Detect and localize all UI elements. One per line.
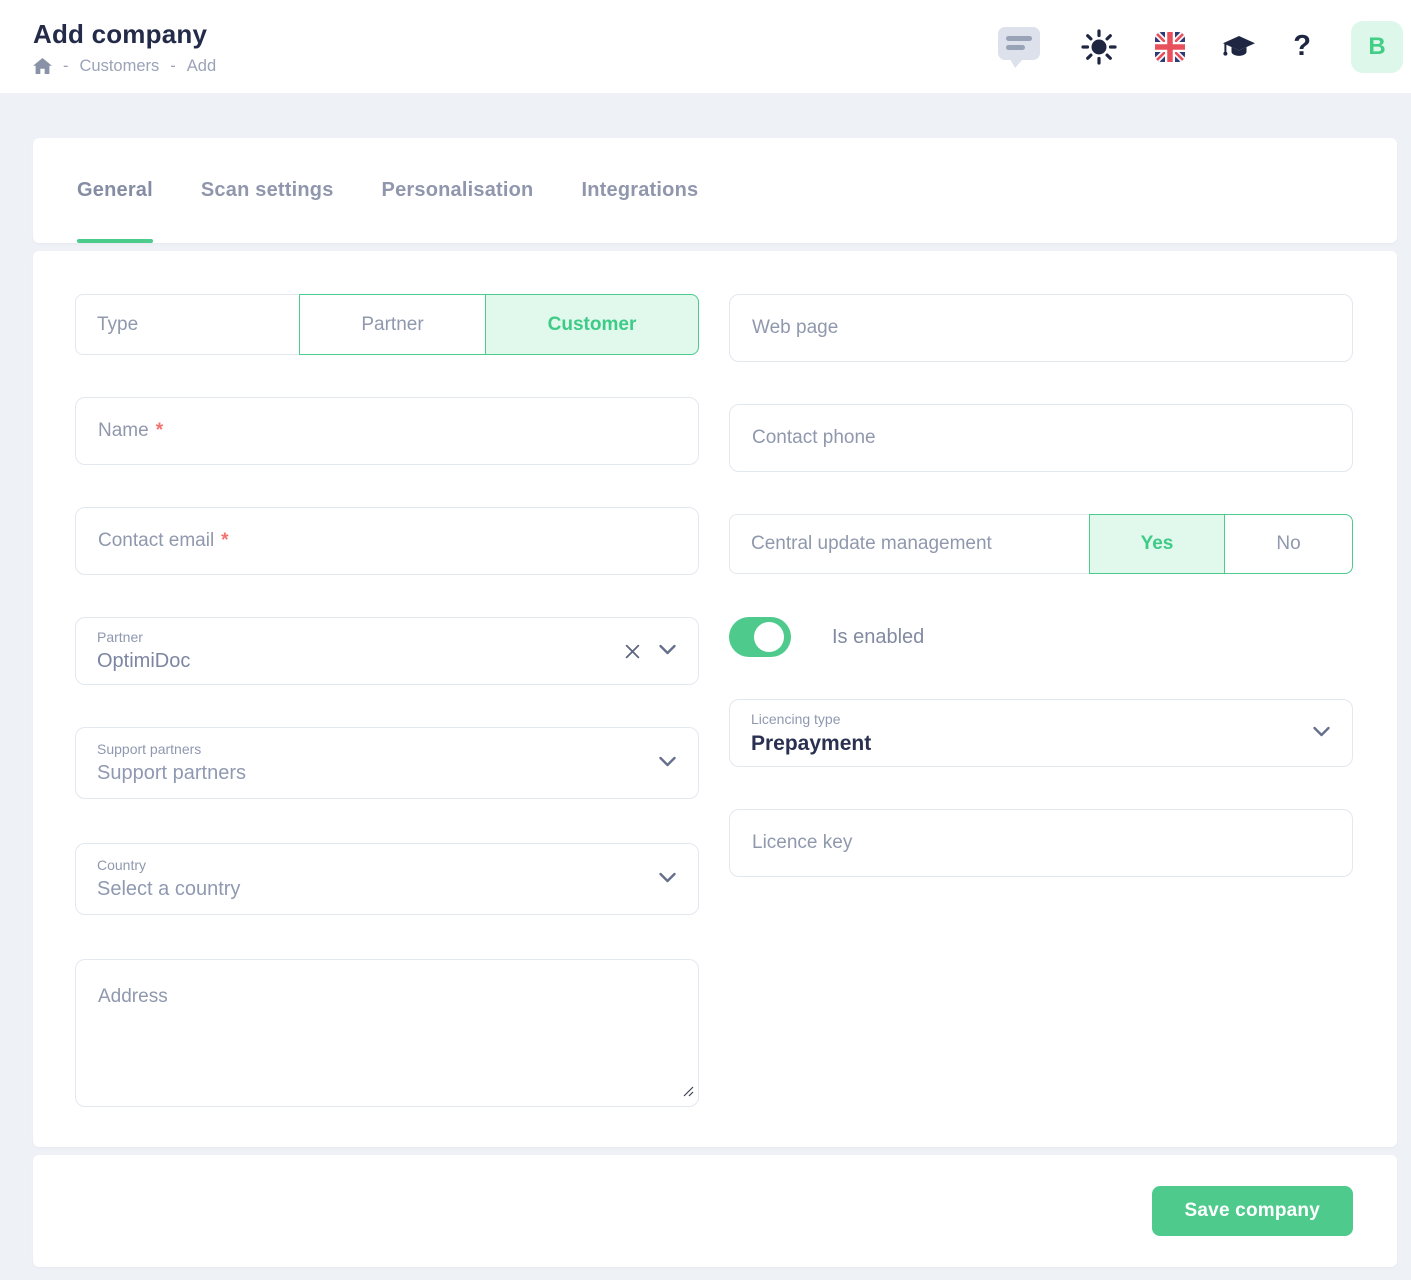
partner-select-value: OptimiDoc [97, 650, 190, 672]
chat-feedback-icon[interactable] [997, 24, 1043, 69]
central-update-label: Central update management [730, 533, 992, 555]
form-footer: Save company [33, 1155, 1397, 1267]
web-page-field [729, 294, 1353, 362]
breadcrumb-add: Add [187, 57, 216, 76]
breadcrumb-customers[interactable]: Customers [80, 57, 160, 76]
type-option-partner[interactable]: Partner [299, 294, 486, 355]
company-form: Type Partner Customer Name* Contact emai… [33, 251, 1397, 1147]
type-field: Type Partner Customer [75, 294, 699, 355]
chevron-down-icon [658, 754, 677, 772]
address-field [75, 959, 699, 1107]
support-partners-label: Support partners [97, 741, 638, 757]
tab-general[interactable]: General [77, 138, 153, 243]
licence-key-input[interactable] [730, 810, 1352, 876]
country-label: Country [97, 857, 638, 873]
theme-sun-icon[interactable] [1080, 28, 1118, 66]
avatar-initial: B [1368, 33, 1385, 61]
web-page-input[interactable] [730, 295, 1352, 361]
partner-select-label: Partner [97, 629, 638, 645]
licence-key-field [729, 809, 1353, 877]
chevron-down-icon [658, 870, 677, 888]
licencing-type-label: Licencing type [751, 711, 1292, 727]
clear-icon[interactable] [624, 643, 641, 660]
name-input[interactable] [76, 398, 698, 464]
tutorial-graduation-cap-icon[interactable] [1222, 33, 1256, 61]
licencing-type-value: Prepayment [751, 732, 871, 755]
partner-select[interactable]: Partner OptimiDoc [75, 617, 699, 685]
contact-email-input[interactable] [76, 508, 698, 574]
breadcrumb-separator: - [63, 57, 69, 76]
country-select[interactable]: Country Select a country [75, 843, 699, 915]
save-company-button[interactable]: Save company [1152, 1186, 1353, 1236]
language-uk-flag-icon[interactable] [1155, 32, 1185, 62]
tab-personalisation[interactable]: Personalisation [382, 138, 534, 243]
breadcrumb-separator: - [170, 57, 176, 76]
is-enabled-label: Is enabled [832, 626, 924, 649]
central-update-yes[interactable]: Yes [1089, 514, 1225, 574]
chevron-down-icon [658, 642, 677, 660]
support-partners-placeholder: Support partners [97, 762, 246, 784]
is-enabled-row: Is enabled [729, 617, 1353, 657]
support-partners-select[interactable]: Support partners Support partners [75, 727, 699, 799]
breadcrumb: - Customers - Add [33, 57, 216, 76]
app-header: Add company - Customers - Add [0, 0, 1411, 93]
name-field: Name* [75, 397, 699, 465]
country-placeholder: Select a country [97, 878, 240, 900]
home-icon[interactable] [33, 58, 52, 75]
tabs-bar: General Scan settings Personalisation In… [33, 138, 1397, 243]
question-mark-icon: ? [1293, 32, 1311, 61]
help-icon[interactable]: ? [1293, 32, 1311, 61]
toggle-knob [754, 622, 784, 652]
is-enabled-toggle[interactable] [729, 617, 791, 657]
type-option-customer[interactable]: Customer [485, 294, 699, 355]
contact-phone-field [729, 404, 1353, 472]
tab-integrations[interactable]: Integrations [581, 138, 698, 243]
chevron-down-icon [1312, 724, 1331, 742]
central-update-field: Central update management Yes No [729, 514, 1353, 574]
contact-phone-input[interactable] [730, 405, 1352, 471]
tab-scan-settings[interactable]: Scan settings [201, 138, 334, 243]
address-textarea[interactable] [76, 960, 698, 1106]
central-update-no[interactable]: No [1224, 514, 1353, 574]
page-title: Add company [33, 19, 216, 50]
contact-email-field: Contact email* [75, 507, 699, 575]
avatar[interactable]: B [1351, 21, 1403, 73]
licencing-type-select[interactable]: Licencing type Prepayment [729, 699, 1353, 767]
type-label: Type [76, 314, 138, 336]
